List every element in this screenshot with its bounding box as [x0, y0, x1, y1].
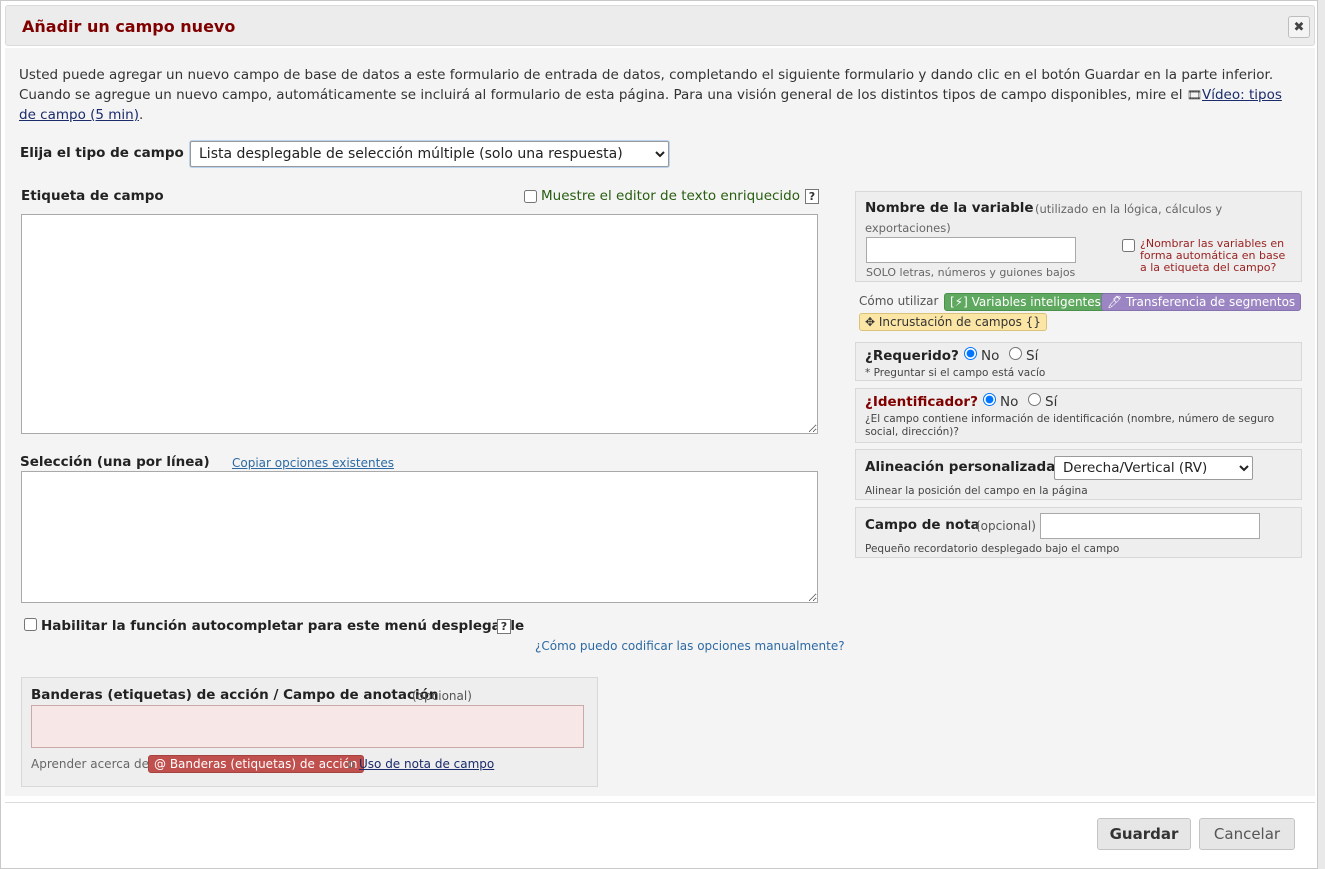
dialog-title: Añadir un campo nuevo	[22, 17, 236, 36]
add-field-dialog: Añadir un campo nuevo ✖ Usted puede agre…	[0, 0, 1318, 869]
choices-textarea[interactable]	[21, 471, 818, 603]
required-label: ¿Requerido?	[865, 348, 959, 364]
rich-text-label: Muestre el editor de texto enriquecido	[541, 188, 801, 204]
field-note-optional: (opcional)	[976, 519, 1036, 533]
close-icon[interactable]: ✖	[1288, 16, 1310, 38]
dialog-footer: Guardar Cancelar	[5, 802, 1315, 868]
smart-variables-button[interactable]: [⚡] Variables inteligentes	[944, 293, 1107, 311]
variable-name-rule: SOLO letras, números y guiones bajos	[866, 266, 1076, 279]
manual-coding-link[interactable]: ¿Cómo puedo codificar las opciones manua…	[535, 639, 845, 653]
action-tags-panel: Banderas (etiquetas) de acción / Campo d…	[21, 677, 598, 787]
field-note-panel: Campo de nota (opcional) Pequeño recorda…	[855, 507, 1302, 558]
identifier-panel: ¿Identificador? No Sí ¿El campo contiene…	[855, 388, 1302, 443]
identifier-yes-label: Sí	[1045, 394, 1058, 410]
action-tags-title: Banderas (etiquetas) de acción	[31, 687, 269, 703]
autocomplete-checkbox[interactable]	[24, 618, 37, 631]
identifier-no-label: No	[1000, 394, 1019, 410]
action-tags-badge-button[interactable]: @ Banderas (etiquetas) de acción	[148, 755, 364, 773]
identifier-yes-radio[interactable]	[1028, 393, 1041, 406]
intro-period: .	[139, 107, 144, 123]
alignment-label: Alineación personalizada	[865, 459, 1056, 475]
field-type-select[interactable]: Lista desplegable de selección múltiple …	[190, 141, 669, 167]
background-page-edge	[1318, 0, 1325, 869]
field-note-input[interactable]	[1040, 513, 1260, 539]
field-label-label: Etiqueta de campo	[21, 188, 164, 204]
dialog-titlebar: Añadir un campo nuevo ✖	[5, 5, 1315, 46]
field-note-usage-link[interactable]: Uso de nota de campo	[359, 757, 494, 771]
copy-choices-link[interactable]: Copiar opciones existentes	[232, 456, 394, 470]
alignment-note: Alinear la posición del campo en la pági…	[865, 485, 1088, 497]
autocomplete-label: Habilitar la función autocompletar para …	[41, 618, 525, 634]
variable-name-hint: (utilizado en la lógica, cálculos y expo…	[865, 202, 1223, 235]
auto-variable-name-label: ¿Nombrar las variables en forma automáti…	[1140, 237, 1286, 274]
save-button[interactable]: Guardar	[1097, 818, 1191, 850]
field-label-textarea[interactable]	[21, 214, 818, 434]
identifier-no-radio[interactable]	[983, 393, 996, 406]
required-panel: ¿Requerido? No Sí * Preguntar si el camp…	[855, 342, 1302, 381]
action-tags-label: Banderas (etiquetas) de acción / Campo d…	[31, 687, 438, 703]
rich-text-checkbox[interactable]	[524, 190, 537, 203]
film-icon: 🎞	[1186, 88, 1202, 102]
action-tags-input[interactable]	[31, 705, 584, 748]
identifier-label: ¿Identificador?	[865, 394, 978, 410]
dialog-content: Usted puede agregar un nuevo campo de ba…	[5, 48, 1315, 796]
rich-text-help-icon[interactable]: ?	[805, 189, 819, 204]
learn-about-text: Aprender acerca de	[31, 757, 150, 771]
alignment-select[interactable]: Derecha/Vertical (RV)	[1054, 456, 1253, 480]
action-tags-optional: (opcional)	[412, 689, 472, 703]
field-type-label: Elija el tipo de campo	[20, 145, 184, 161]
field-embedding-button[interactable]: ✥ Incrustación de campos {}	[859, 313, 1047, 331]
auto-variable-name-checkbox[interactable]	[1122, 239, 1135, 252]
variable-name-panel: Nombre de la variable (utilizado en la l…	[855, 191, 1302, 282]
alignment-panel: Alineación personalizada Derecha/Vertica…	[855, 449, 1302, 500]
action-tags-separator: /	[268, 687, 284, 703]
required-no-radio[interactable]	[964, 347, 977, 360]
identifier-note: ¿El campo contiene información de identi…	[865, 413, 1275, 438]
autocomplete-help-icon[interactable]: ?	[497, 619, 511, 634]
piping-button[interactable]: 🖊 Transferencia de segmentos	[1101, 293, 1302, 311]
required-note: * Preguntar si el campo está vacío	[865, 367, 1046, 379]
choices-label: Selección (una por línea)	[20, 454, 210, 470]
required-yes-label: Sí	[1026, 348, 1039, 364]
field-note-hint: Pequeño recordatorio desplegado bajo el …	[865, 543, 1120, 555]
intro-paragraph: Usted puede agregar un nuevo campo de ba…	[19, 67, 1274, 103]
or-text: o	[347, 757, 355, 771]
cancel-button[interactable]: Cancelar	[1199, 818, 1295, 850]
variable-name-input[interactable]	[866, 237, 1076, 263]
required-yes-radio[interactable]	[1009, 347, 1022, 360]
field-note-label: Campo de nota	[865, 517, 980, 533]
how-to-use-label: Cómo utilizar	[859, 294, 939, 308]
required-no-label: No	[981, 348, 1000, 364]
intro-text: Usted puede agregar un nuevo campo de ba…	[19, 65, 1289, 125]
